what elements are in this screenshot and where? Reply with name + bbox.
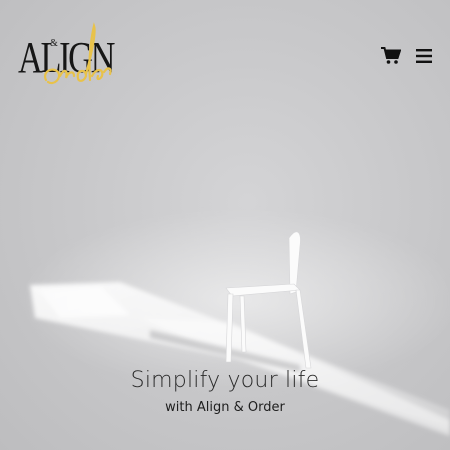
- shopping-cart-icon[interactable]: [381, 47, 401, 65]
- site-header: ALIGN &: [0, 0, 450, 110]
- brand-logo[interactable]: ALIGN &: [18, 22, 115, 88]
- hero-headline: Simplify your life: [130, 368, 320, 393]
- hero-subheadline: with Align & Order: [165, 400, 285, 415]
- hamburger-menu-icon[interactable]: [416, 48, 432, 64]
- page: ALIGN & Simplify your life with Align & …: [0, 0, 450, 450]
- logo-script-order: [44, 22, 112, 85]
